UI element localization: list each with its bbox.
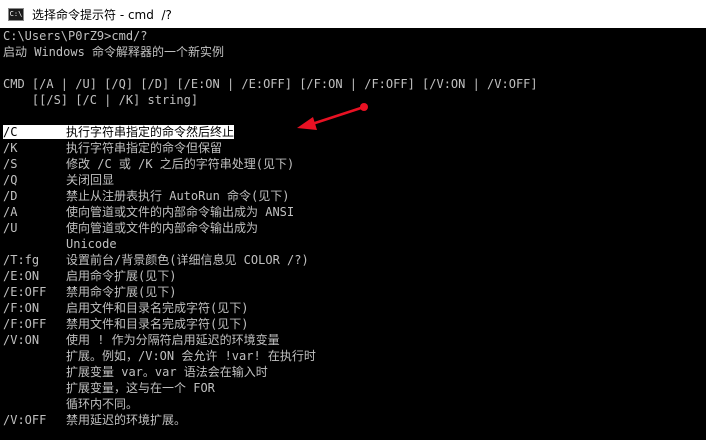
title-bar[interactable]: C:\ 选择命令提示符 - cmd /?: [0, 0, 706, 28]
option-line: 扩展变量，这与在一个 FOR: [3, 380, 703, 396]
option-text: 禁用延迟的环境扩展。: [66, 413, 187, 427]
option-text: 设置前台/背景颜色(详细信息见 COLOR /?): [66, 253, 309, 267]
option-flag: /Q: [3, 173, 18, 187]
window-title: 选择命令提示符 - cmd /?: [32, 7, 172, 22]
option-text: 使向管道或文件的内部命令输出成为 ANSI: [66, 205, 295, 219]
option-flag: /V:ON: [3, 333, 40, 347]
option-flag: /V:OFF: [3, 413, 47, 427]
option-flag: /C: [3, 125, 18, 139]
option-flag: /F:ON: [3, 301, 40, 315]
cmd-window: C:\ 选择命令提示符 - cmd /? C:\Users\P0rZ9>cmd/…: [0, 0, 706, 440]
option-flag: /T:fg: [3, 253, 40, 267]
option-line: /E:OFF 禁用命令扩展(见下): [3, 284, 703, 300]
prompt-line: C:\Users\P0rZ9>cmd/?: [3, 29, 148, 43]
description-line: 启动 Windows 命令解释器的一个新实例: [3, 45, 225, 59]
option-text: 执行字符串指定的命令然后终止: [66, 125, 235, 139]
option-flag: /S: [3, 157, 18, 171]
option-text: 执行字符串指定的命令但保留: [66, 141, 223, 155]
option-flag: /A: [3, 205, 18, 219]
cmd-icon-glyph: C:\: [9, 9, 23, 18]
option-text: 修改 /C 或 /K 之后的字符串处理(见下): [66, 157, 295, 171]
usage-line-1: CMD [/A | /U] [/Q] [/D] [/E:ON | /E:OFF]…: [3, 77, 538, 91]
option-flag: /K: [3, 141, 18, 155]
option-text: 启用命令扩展(见下): [66, 269, 177, 283]
console-output[interactable]: C:\Users\P0rZ9>cmd/? 启动 Windows 命令解释器的一个…: [3, 28, 703, 440]
option-line: /A 使向管道或文件的内部命令输出成为 ANSI: [3, 204, 703, 220]
option-text: 使向管道或文件的内部命令输出成为: [66, 221, 259, 235]
cmd-icon: C:\: [8, 7, 24, 21]
usage-line-2: [[/S] [/C | /K] string]: [3, 93, 199, 107]
option-text: 关闭回显: [66, 173, 115, 187]
option-line: 扩展变量 var。var 语法会在输入时: [3, 364, 703, 380]
option-line: /V:OFF 禁用延迟的环境扩展。: [3, 412, 703, 428]
option-text: Unicode: [66, 237, 117, 251]
option-text: 禁用命令扩展(见下): [66, 285, 177, 299]
option-line: /C 执行字符串指定的命令然后终止: [3, 124, 703, 140]
option-line: 循环内不同。: [3, 396, 703, 412]
option-line: /E:ON 启用命令扩展(见下): [3, 268, 703, 284]
option-line: 扩展。例如，/V:ON 会允许 !var! 在执行时: [3, 348, 703, 364]
option-line: Unicode: [3, 236, 703, 252]
option-flag: /U: [3, 221, 18, 235]
option-text: 循环内不同。: [66, 397, 139, 411]
option-line: /Q 关闭回显: [3, 172, 703, 188]
option-text: 使用 ! 作为分隔符启用延迟的环境变量: [66, 333, 280, 347]
option-line: /D 禁止从注册表执行 AutoRun 命令(见下): [3, 188, 703, 204]
option-line: /F:ON 启用文件和目录名完成字符(见下): [3, 300, 703, 316]
option-text: 禁止从注册表执行 AutoRun 命令(见下): [66, 189, 290, 203]
option-line: /S 修改 /C 或 /K 之后的字符串处理(见下): [3, 156, 703, 172]
option-line: /F:OFF 禁用文件和目录名完成字符(见下): [3, 316, 703, 332]
option-text: 启用文件和目录名完成字符(见下): [66, 301, 249, 315]
selected-text[interactable]: /C 执行字符串指定的命令然后终止: [3, 125, 235, 139]
option-text: 扩展变量 var。var 语法会在输入时: [66, 365, 268, 379]
option-line: /K 执行字符串指定的命令但保留: [3, 140, 703, 156]
option-text: 禁用文件和目录名完成字符(见下): [66, 317, 249, 331]
option-flag: /F:OFF: [3, 317, 47, 331]
option-line: /T:fg 设置前台/背景颜色(详细信息见 COLOR /?): [3, 252, 703, 268]
option-flag: /E:ON: [3, 269, 40, 283]
option-line: /V:ON 使用 ! 作为分隔符启用延迟的环境变量: [3, 332, 703, 348]
option-flag: /E:OFF: [3, 285, 47, 299]
option-flag: /D: [3, 189, 18, 203]
option-text: 扩展。例如，/V:ON 会允许 !var! 在执行时: [66, 349, 316, 363]
option-line: /U 使向管道或文件的内部命令输出成为: [3, 220, 703, 236]
option-text: 扩展变量，这与在一个 FOR: [66, 381, 215, 395]
